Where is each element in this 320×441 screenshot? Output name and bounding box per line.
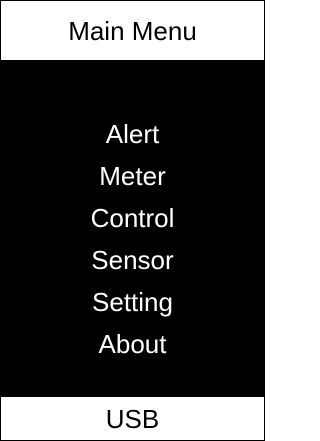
menu-item-control[interactable]: Control xyxy=(1,198,264,238)
device-screen: Main Menu Alert Meter Control Sensor Set… xyxy=(0,0,265,441)
status-bar: USB xyxy=(1,397,264,440)
menu-item-meter[interactable]: Meter xyxy=(1,156,264,196)
connection-status: USB xyxy=(105,403,160,434)
page-title: Main Menu xyxy=(68,15,197,46)
menu-item-sensor[interactable]: Sensor xyxy=(1,240,264,280)
title-bar: Main Menu xyxy=(1,1,264,61)
menu-item-alert[interactable]: Alert xyxy=(1,114,264,154)
menu-item-setting[interactable]: Setting xyxy=(1,282,264,322)
main-menu: Alert Meter Control Sensor Setting About xyxy=(1,61,264,397)
menu-item-about[interactable]: About xyxy=(1,324,264,364)
